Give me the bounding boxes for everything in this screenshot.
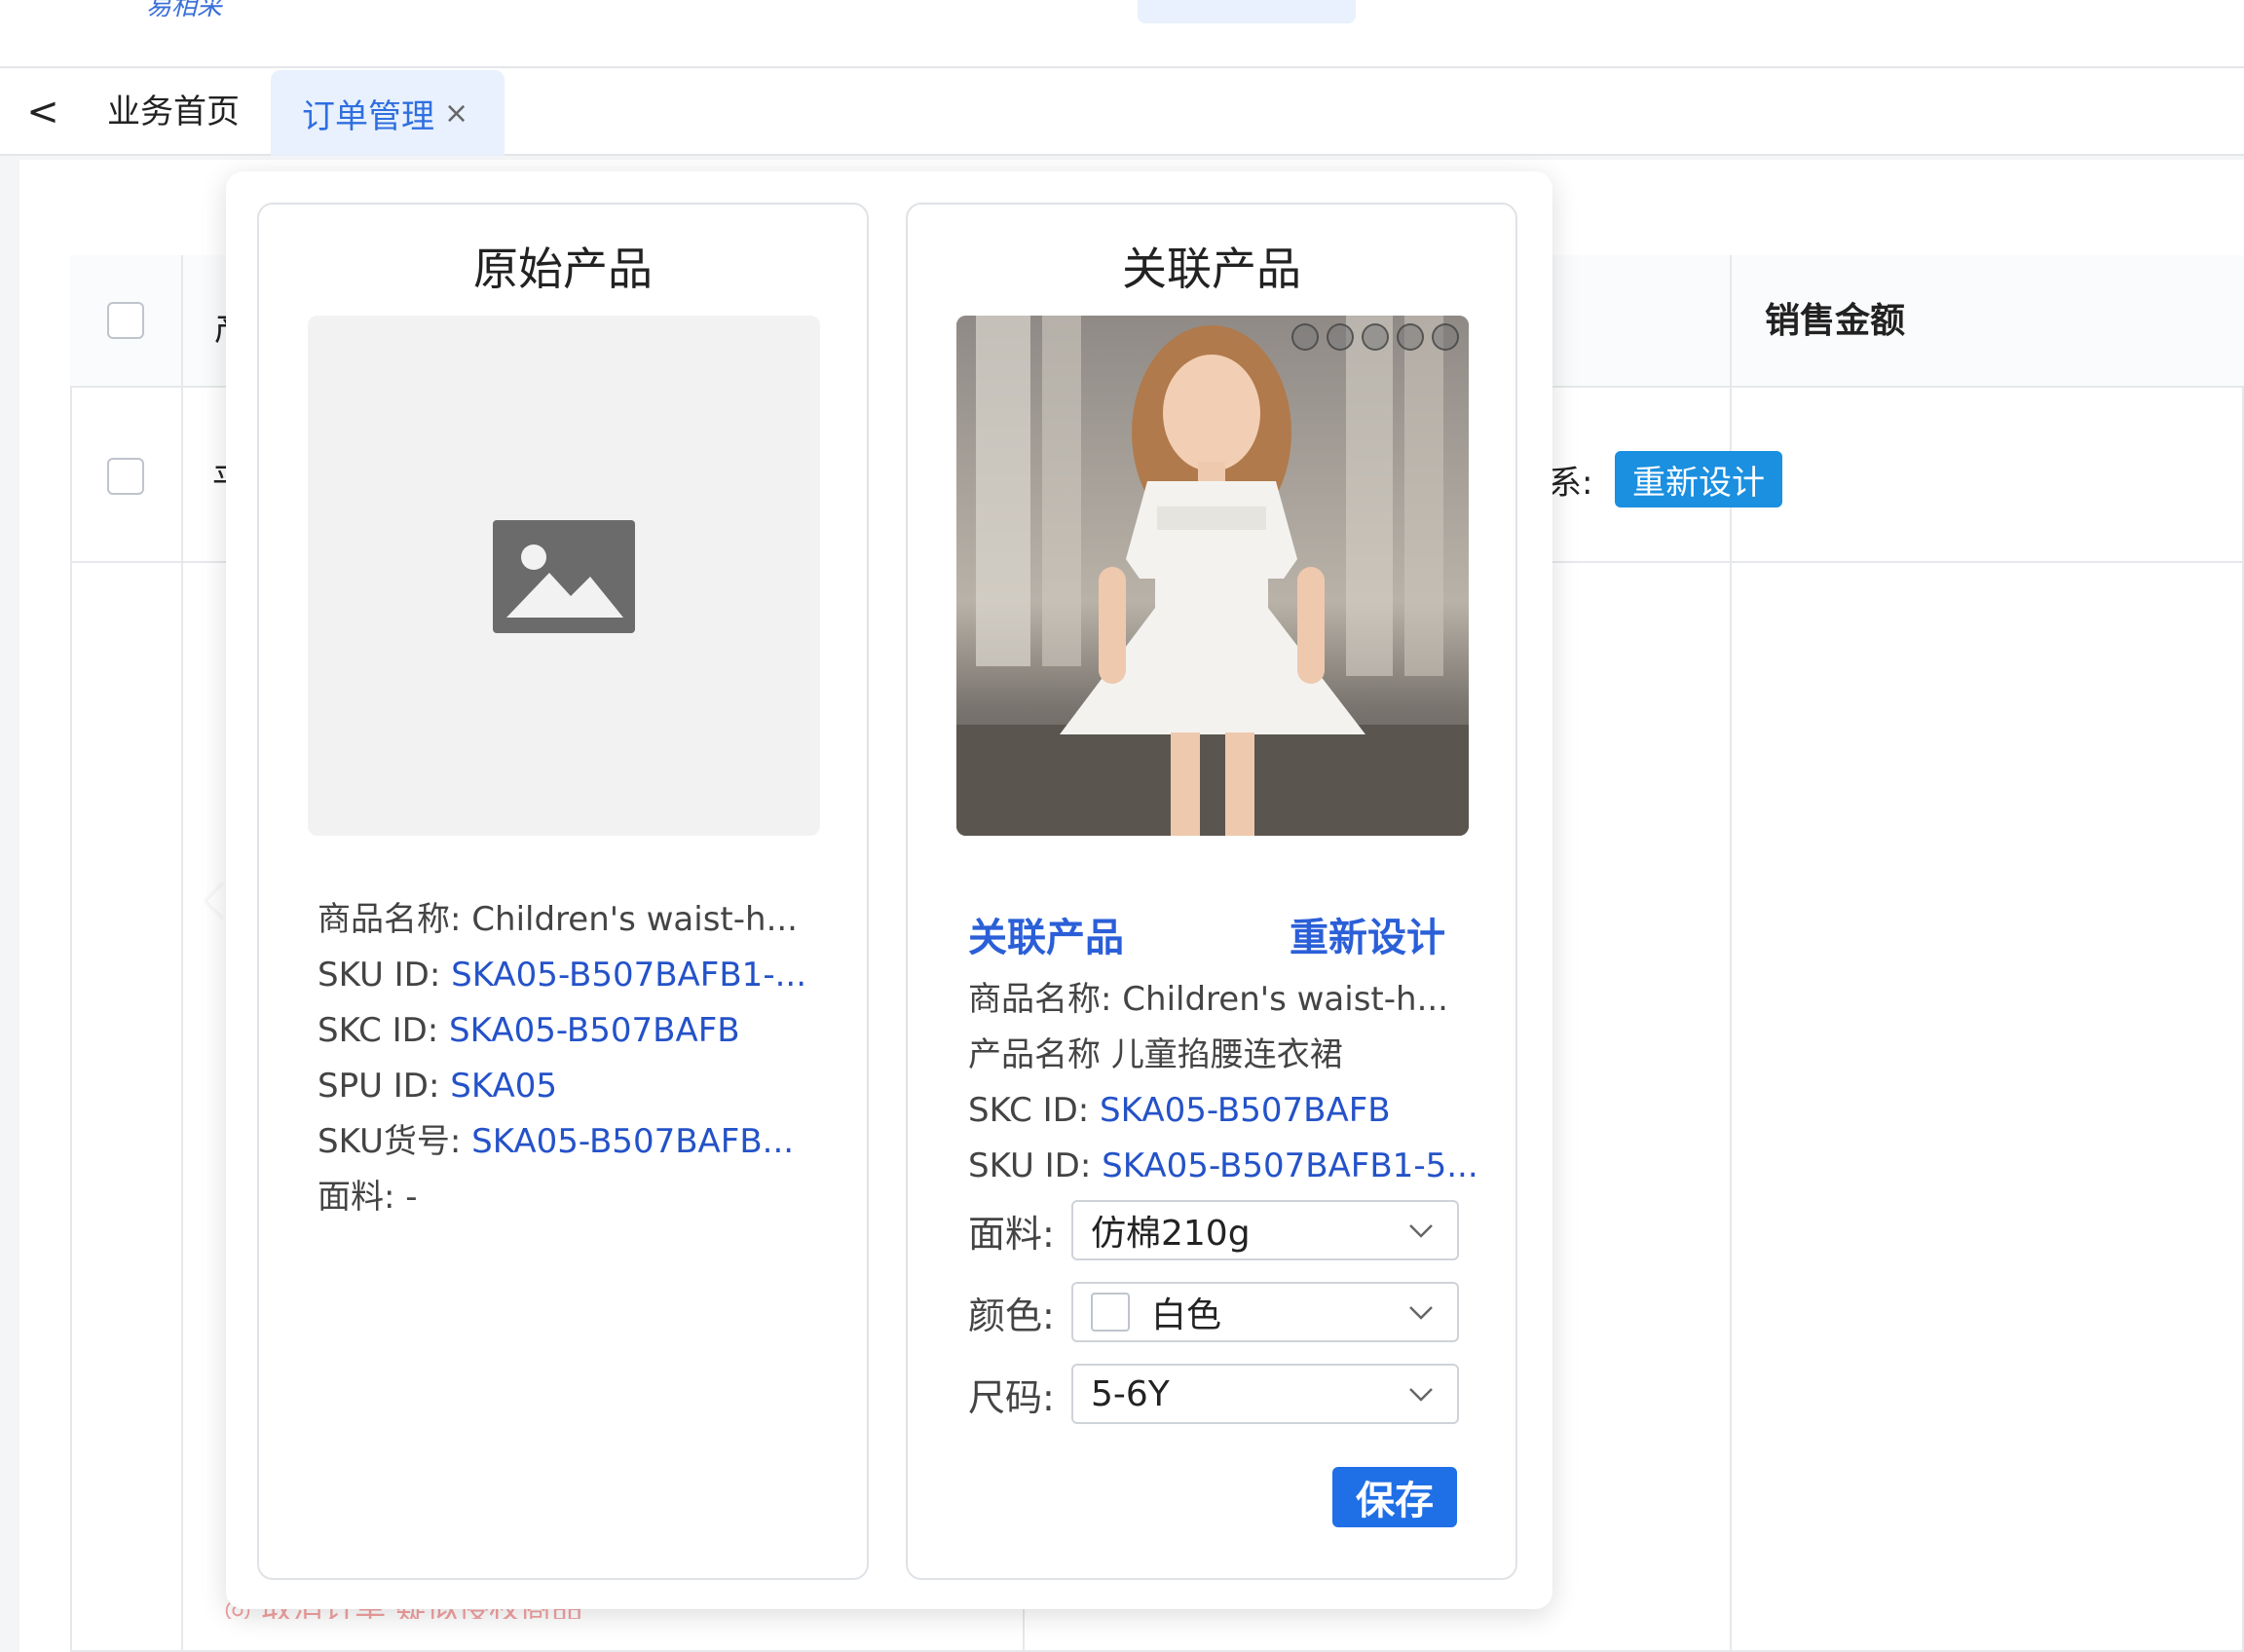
product-title-value: 儿童掐腰连衣裙 [1110,1035,1343,1074]
chevron-down-icon [1409,1224,1433,1238]
carousel-dot[interactable] [1397,323,1424,351]
original-product-image [308,316,820,836]
skc-id-label: SKC ID: [968,1091,1090,1130]
product-compare-popup: 原始产品 商品名称: Children's waist-h... SKU ID:… [226,171,1552,1609]
top-header: 易相采 [0,0,2244,68]
tab-home[interactable]: 业务首页 [107,88,240,136]
spu-id-link[interactable]: SKA05 [450,1067,557,1106]
fabric-field: 面料: 仿棉210g [968,1200,1465,1260]
original-product-title: 原始产品 [473,243,653,295]
fabric-value: - [405,1178,418,1217]
sku-id-row: SKU ID: SKA05-B507BAFB1-... [318,948,806,1003]
back-arrow-icon[interactable]: < [23,88,62,136]
product-name-label: 商品名称: [318,900,462,939]
related-product-card: 关联产品 关联产品 重新设计 商品名称: Children's waist-h.… [906,203,1517,1580]
color-select-value: 白色 [1151,1295,1222,1335]
sku-number-link[interactable]: SKA05-B507BAFB... [471,1122,794,1161]
skc-id-row: SKC ID: SKA05-B507BAFB [318,1003,806,1059]
related-product-title: 关联产品 [1122,243,1301,295]
color-swatch [1091,1293,1130,1332]
size-select-value: 5-6Y [1091,1373,1170,1414]
tab-bar: < 业务首页 订单管理 × [0,68,2244,156]
size-select[interactable]: 5-6Y [1071,1364,1459,1424]
original-product-card: 原始产品 商品名称: Children's waist-h... SKU ID:… [257,203,869,1580]
spu-id-row: SPU ID: SKA05 [318,1059,806,1114]
top-nav-active-pill[interactable] [1138,0,1356,23]
redesign-link[interactable]: 重新设计 [1290,906,1445,962]
related-product-image[interactable] [956,316,1469,836]
color-field: 颜色: 白色 [968,1282,1465,1342]
chevron-down-icon [1409,1306,1433,1320]
row-checkbox[interactable] [107,458,144,495]
tab-order-management[interactable]: 订单管理 × [271,70,505,156]
tab-order-management-label: 订单管理 [302,96,434,136]
skc-id-link[interactable]: SKA05-B507BAFB [1100,1091,1391,1130]
fabric-label: 面料: [318,1178,395,1217]
product-title-row: 产品名称 儿童掐腰连衣裙 [968,1028,1478,1083]
related-product-link[interactable]: 关联产品 [968,906,1124,962]
carousel-dot[interactable] [1432,323,1459,351]
color-select[interactable]: 白色 [1071,1282,1459,1342]
chevron-down-icon [1409,1388,1433,1402]
sku-id-label: SKU ID: [318,956,441,995]
sales-amount-header: 销售金额 [1765,301,1906,341]
sku-number-label: SKU货号: [318,1122,462,1161]
carousel-dot[interactable] [1362,323,1389,351]
product-photo [956,316,1469,836]
fabric-row: 面料: - [318,1170,806,1225]
table-cell-label: 系: [1549,464,1593,503]
related-product-info: 商品名称: Children's waist-h... 产品名称 儿童掐腰连衣裙… [968,972,1478,1194]
sku-number-row: SKU货号: SKA05-B507BAFB... [318,1114,806,1170]
size-label: 尺码: [968,1375,1055,1419]
original-product-info: 商品名称: Children's waist-h... SKU ID: SKA0… [318,892,806,1225]
fabric-select-value: 仿棉210g [1091,1214,1251,1254]
fabric-label: 面料: [968,1212,1055,1256]
redesign-badge[interactable]: 重新设计 [1615,451,1782,507]
carousel-dot[interactable] [1327,323,1354,351]
product-name-label: 商品名称: [968,980,1112,1019]
carousel-dot[interactable] [1291,323,1319,351]
logo[interactable]: 易相采 [146,0,222,22]
spu-id-label: SPU ID: [318,1067,440,1106]
sku-id-link[interactable]: SKA05-B507BAFB1-5... [1102,1146,1478,1185]
skc-id-label: SKC ID: [318,1011,439,1050]
related-actions: 关联产品 重新设计 [968,906,1455,960]
save-button[interactable]: 保存 [1332,1467,1457,1527]
product-name-row: 商品名称: Children's waist-h... [968,972,1478,1028]
fabric-select[interactable]: 仿棉210g [1071,1200,1459,1260]
close-icon[interactable]: × [444,96,468,131]
image-carousel-dots [1291,323,1459,351]
sku-id-label: SKU ID: [968,1146,1092,1185]
product-name-value: Children's waist-h... [471,900,798,939]
product-name-row: 商品名称: Children's waist-h... [318,892,806,948]
size-field: 尺码: 5-6Y [968,1364,1465,1424]
product-name-value: Children's waist-h... [1122,980,1448,1019]
sku-id-row: SKU ID: SKA05-B507BAFB1-5... [968,1139,1478,1194]
color-label: 颜色: [968,1294,1055,1337]
sku-id-link[interactable]: SKA05-B507BAFB1-... [451,956,806,995]
skc-id-row: SKC ID: SKA05-B507BAFB [968,1083,1478,1139]
image-placeholder-icon [493,520,635,633]
table-column-divider [181,255,183,1652]
product-title-label: 产品名称 [968,1035,1101,1074]
select-all-checkbox[interactable] [107,302,144,339]
skc-id-link[interactable]: SKA05-B507BAFB [449,1011,740,1050]
